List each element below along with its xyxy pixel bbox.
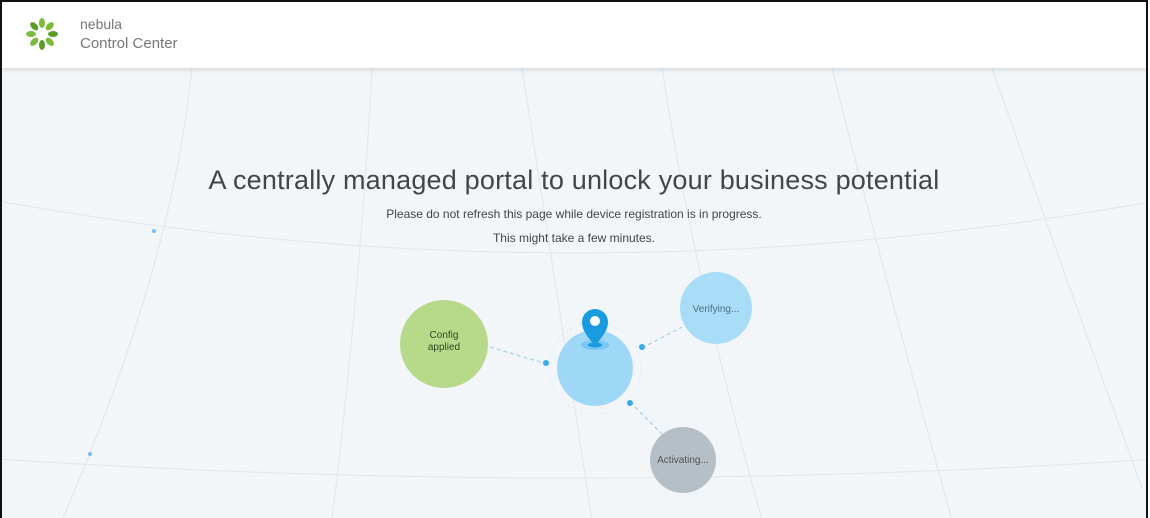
connector-config (489, 346, 548, 365)
step-label-verifying: Verifying... (692, 304, 740, 315)
brand-name: nebula (80, 16, 123, 32)
registration-progress-diagram (400, 272, 752, 493)
brand-text: nebula Control Center (80, 14, 178, 54)
top-header: nebula Control Center (2, 2, 1146, 68)
connector-activating (629, 401, 663, 435)
product-name: Control Center (80, 35, 178, 52)
connector-dot (543, 360, 549, 366)
connector-dot (639, 344, 645, 350)
connector-verifying (641, 326, 683, 349)
location-pin-icon (581, 309, 609, 350)
connector-dot (627, 400, 633, 406)
step-label-config-applied: Config applied (427, 330, 461, 353)
app-frame: nebula Control Center A centrally manage… (0, 0, 1148, 518)
step-label-activating: Activating... (657, 455, 709, 466)
nebula-leaf-icon[interactable] (24, 16, 60, 52)
